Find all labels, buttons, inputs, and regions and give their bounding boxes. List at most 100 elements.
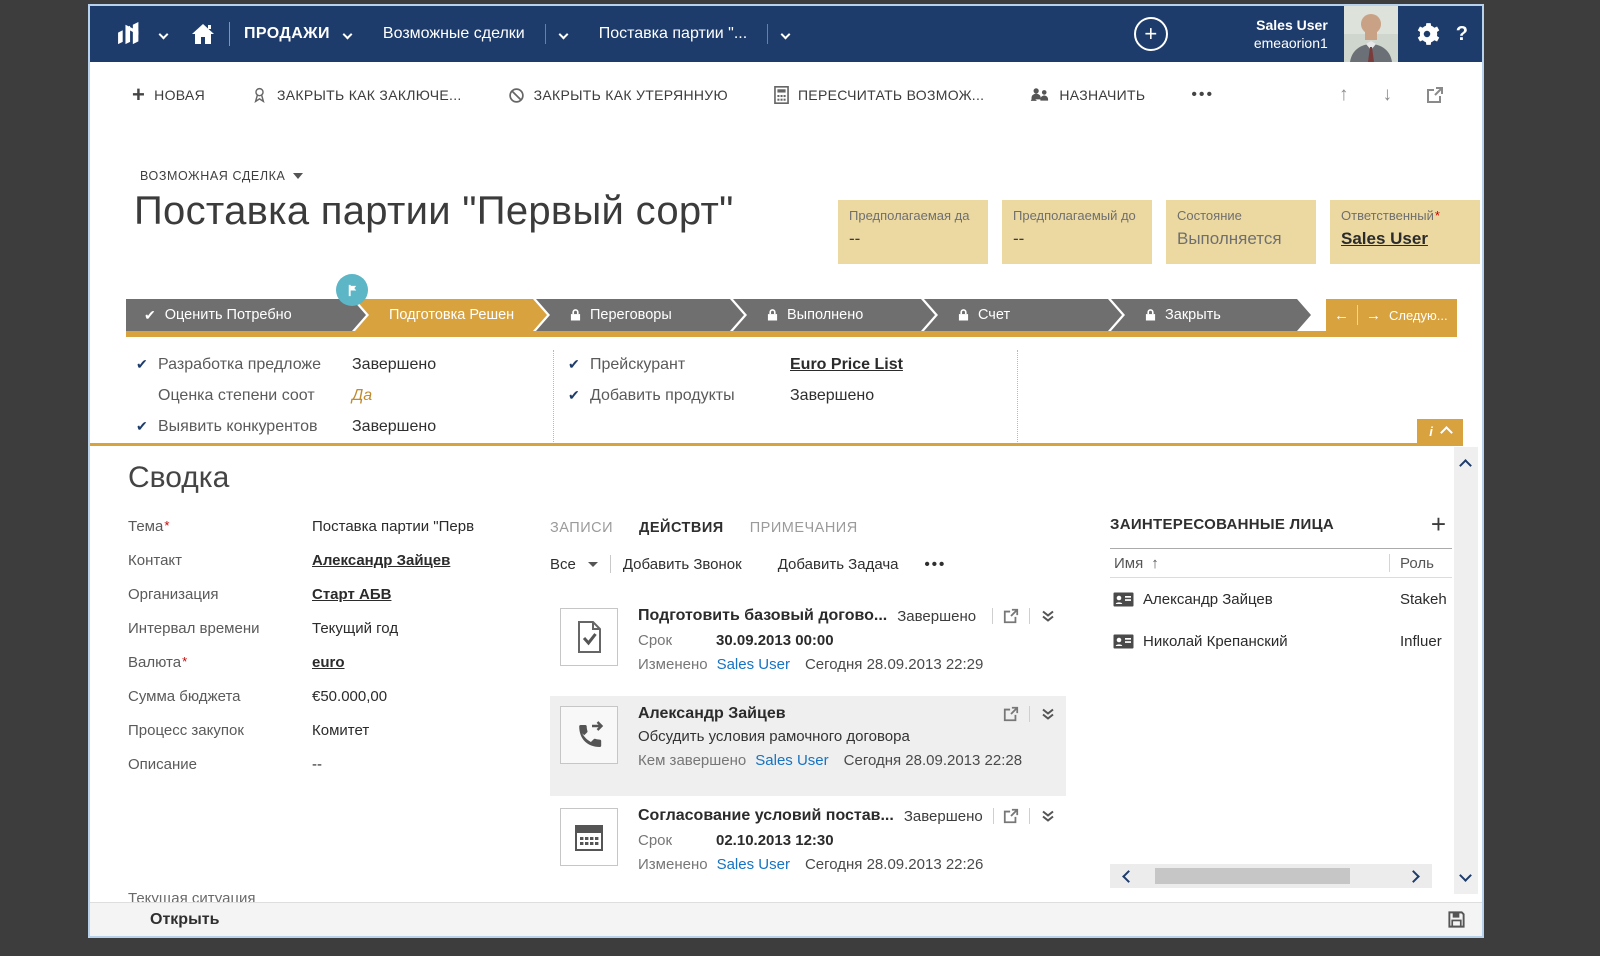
chevron-down-icon[interactable] — [558, 29, 568, 39]
currency-link[interactable]: euro — [312, 654, 538, 671]
activity-card-phone-call[interactable]: Александр Зайцев Обсудить условия рамочн… — [550, 696, 1066, 796]
modified-user-link[interactable]: Sales User — [755, 752, 828, 769]
owner-link[interactable]: Sales User — [1341, 229, 1469, 249]
caret-down-icon[interactable] — [588, 562, 598, 567]
quick-create-icon[interactable]: + — [1134, 17, 1168, 51]
step-value[interactable]: Да — [352, 387, 372, 405]
field-value[interactable]: Текущий год — [312, 620, 538, 637]
modified-user-link[interactable]: Sales User — [717, 656, 790, 673]
stakeholder-row[interactable]: Николай Крепанский Influer — [1110, 620, 1452, 662]
next-record-icon[interactable]: ↓ — [1383, 84, 1393, 106]
more-commands-button[interactable]: ••• — [1191, 86, 1214, 104]
header-field-est-close-date[interactable]: Предполагаемая да -- — [838, 200, 988, 264]
tab-activities[interactable]: ДЕЙСТВИЯ — [639, 520, 724, 536]
column-header-name[interactable]: Имя ↑ — [1110, 555, 1389, 572]
field-contact[interactable]: Контакт Александр Зайцев — [128, 552, 538, 586]
column-header-role[interactable]: Роль — [1390, 555, 1452, 572]
field-time-period[interactable]: Интервал времени Текущий год — [128, 620, 538, 654]
close-as-won-button[interactable]: ЗАКРЫТЬ КАК ЗАКЛЮЧЕ... — [251, 86, 462, 104]
field-topic[interactable]: Тема* Поставка партии "Перв — [128, 518, 538, 552]
chevron-down-icon[interactable] — [159, 29, 169, 39]
modified-user-link[interactable]: Sales User — [717, 856, 790, 873]
activity-title[interactable]: Александр Зайцев — [638, 705, 786, 723]
filter-dropdown[interactable]: Все — [550, 556, 576, 573]
entity-type-selector[interactable]: ВОЗМОЖНАЯ СДЕЛКА — [140, 169, 303, 183]
process-flow-collapse-tab[interactable]: i — [1417, 419, 1463, 443]
field-label: Тема* — [128, 518, 312, 535]
vertical-scrollbar[interactable] — [1454, 447, 1478, 894]
contact-link[interactable]: Александр Зайцев — [312, 552, 538, 569]
dynamics-logo-icon[interactable] — [116, 22, 146, 46]
avatar[interactable] — [1344, 6, 1398, 62]
stakeholder-name-link[interactable]: Александр Зайцев — [1143, 591, 1389, 608]
field-value[interactable]: Комитет — [312, 722, 538, 739]
previous-record-icon[interactable]: ↑ — [1339, 84, 1349, 106]
field-label: Сумма бюджета — [128, 688, 312, 705]
expand-card-icon[interactable] — [1040, 808, 1056, 824]
expand-card-icon[interactable] — [1040, 608, 1056, 624]
header-field-est-revenue[interactable]: Предполагаемый до -- — [1002, 200, 1152, 264]
header-field-status[interactable]: Состояние Выполняется — [1166, 200, 1316, 264]
field-currency[interactable]: Валюта* euro — [128, 654, 538, 688]
stage-develop-active[interactable]: Подготовка Решен — [355, 299, 547, 331]
close-as-lost-button[interactable]: ЗАКРЫТЬ КАК УТЕРЯННУЮ — [508, 87, 728, 104]
open-record-icon[interactable] — [1003, 706, 1019, 722]
scroll-left-icon[interactable] — [1122, 870, 1135, 883]
stakeholder-row[interactable]: Александр Зайцев Stakeh — [1110, 578, 1452, 620]
horizontal-scrollbar[interactable] — [1110, 864, 1432, 888]
step-value[interactable]: Завершено — [352, 356, 436, 374]
scroll-right-icon[interactable] — [1407, 870, 1420, 883]
next-stage-button[interactable]: Следую... — [1389, 308, 1448, 323]
assign-button[interactable]: НАЗНАЧИТЬ — [1030, 87, 1145, 104]
stakeholder-name-link[interactable]: Николай Крепанский — [1143, 633, 1389, 650]
add-stakeholder-button[interactable]: + — [1431, 514, 1452, 534]
scroll-up-icon[interactable] — [1459, 459, 1472, 472]
chevron-down-icon[interactable] — [342, 29, 352, 39]
stage-complete[interactable]: Выполнено — [733, 299, 935, 331]
step-value[interactable]: Завершено — [352, 418, 436, 436]
nav-area-sales[interactable]: ПРОДАЖИ — [244, 25, 330, 43]
previous-stage-button[interactable]: ← — [1334, 307, 1349, 324]
open-record-icon[interactable] — [1003, 808, 1019, 824]
chevron-down-icon[interactable] — [781, 29, 791, 39]
activity-card-task[interactable]: Подготовить базовый догово... Завершено … — [550, 598, 1066, 694]
add-phone-call-button[interactable]: Добавить Звонок — [623, 556, 742, 573]
nav-record[interactable]: Поставка партии "... — [599, 25, 747, 43]
save-icon[interactable] — [1447, 910, 1466, 929]
field-value[interactable]: €50.000,00 — [312, 688, 538, 705]
tab-posts[interactable]: ЗАПИСИ — [550, 520, 613, 536]
step-value[interactable]: Завершено — [790, 387, 874, 405]
account-link[interactable]: Старт АБВ — [312, 586, 538, 603]
field-value[interactable]: -- — [312, 756, 538, 773]
tab-notes[interactable]: ПРИМЕЧАНИЯ — [750, 520, 858, 536]
scroll-down-icon[interactable] — [1459, 869, 1472, 882]
activity-card-appointment[interactable]: Согласование условий постав... Завершено… — [550, 798, 1066, 894]
home-icon[interactable] — [191, 23, 215, 45]
popout-form-icon[interactable] — [1426, 86, 1444, 104]
scrollbar-thumb[interactable] — [1155, 868, 1350, 884]
recalculate-button[interactable]: ПЕРЕСЧИТАТЬ ВОЗМОЖ... — [774, 86, 984, 104]
help-icon[interactable]: ? — [1456, 23, 1468, 46]
field-account[interactable]: Организация Старт АБВ — [128, 586, 538, 620]
stage-invoice[interactable]: Счет — [924, 299, 1122, 331]
open-record-icon[interactable] — [1003, 608, 1019, 624]
header-field-value: -- — [1013, 229, 1141, 249]
new-button[interactable]: + НОВАЯ — [132, 84, 205, 106]
gear-icon[interactable] — [1414, 21, 1440, 47]
field-purchase-process[interactable]: Процесс закупок Комитет — [128, 722, 538, 756]
header-field-owner[interactable]: Ответственный* Sales User — [1330, 200, 1480, 264]
stage-negotiate[interactable]: Переговоры — [536, 299, 744, 331]
activity-title[interactable]: Подготовить базовый догово... — [638, 607, 887, 625]
field-value[interactable]: Поставка партии "Перв — [312, 518, 538, 535]
stage-qualify[interactable]: ✔ Оценить Потребно — [126, 299, 366, 331]
nav-entity-list[interactable]: Возможные сделки — [383, 25, 525, 43]
field-description[interactable]: Описание -- — [128, 756, 538, 790]
activity-title[interactable]: Согласование условий постав... — [638, 807, 894, 825]
more-activities-button[interactable]: ••• — [925, 556, 947, 573]
stage-close[interactable]: Закрыть — [1111, 299, 1311, 331]
add-task-button[interactable]: Добавить Задача — [778, 556, 899, 573]
price-list-link[interactable]: Euro Price List — [790, 356, 903, 374]
field-budget-amount[interactable]: Сумма бюджета €50.000,00 — [128, 688, 538, 722]
user-info[interactable]: Sales User emeaorion1 — [1254, 16, 1328, 52]
expand-card-icon[interactable] — [1040, 706, 1056, 722]
